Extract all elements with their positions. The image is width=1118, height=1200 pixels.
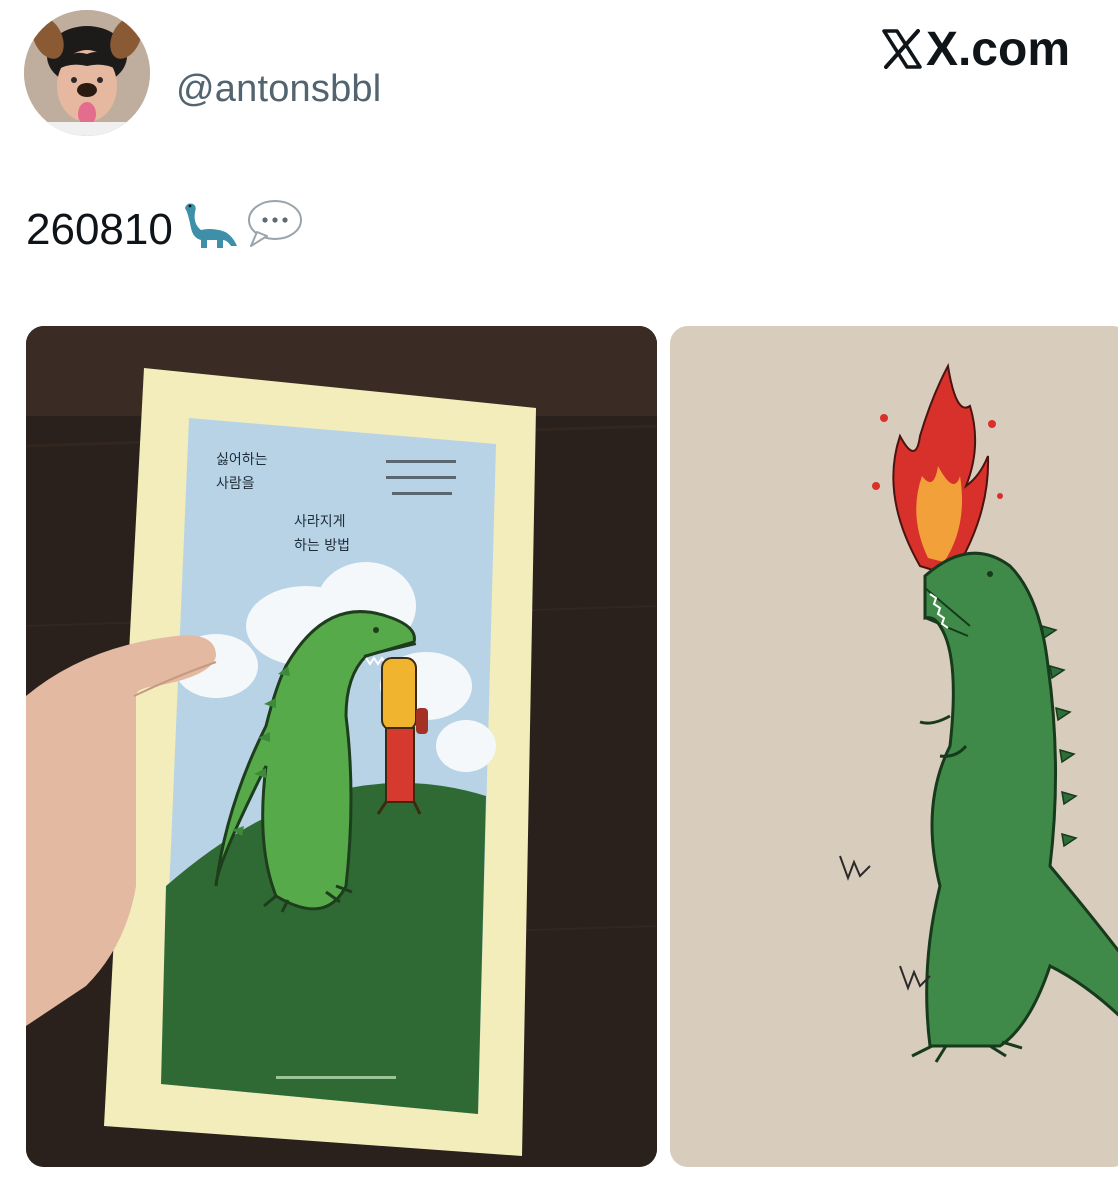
dinosaur-illustration-photo-icon [670, 326, 1118, 1167]
tweet-media: 싫어하는 사람을 사라지게 하는 방법 [26, 326, 1118, 1167]
media-photo-book-cover[interactable]: 싫어하는 사람을 사라지게 하는 방법 [26, 326, 657, 1167]
media-photo-dinosaur[interactable] [670, 326, 1118, 1167]
cover-title-line2: 사람을 [216, 476, 255, 492]
cover-subtitle-line1: 사라지게 [294, 514, 346, 530]
avatar[interactable] [24, 10, 150, 136]
profile-avatar-icon [24, 10, 150, 136]
tweet-body: 260810 [26, 204, 173, 254]
author-handle[interactable]: @antonsbbl [176, 68, 381, 111]
tweet-text: 260810 [26, 198, 303, 261]
speech-bubble-emoji-icon [245, 198, 303, 261]
site-name: X.com [925, 22, 1070, 76]
x-logo-icon [882, 29, 922, 69]
book-cover-photo-icon: 싫어하는 사람을 사라지게 하는 방법 [26, 326, 657, 1167]
cover-subtitle-line2: 하는 방법 [294, 538, 350, 554]
sauropod-emoji-icon [179, 198, 239, 261]
cover-title-line1: 싫어하는 [216, 452, 268, 468]
site-watermark: X.com [880, 22, 1070, 76]
